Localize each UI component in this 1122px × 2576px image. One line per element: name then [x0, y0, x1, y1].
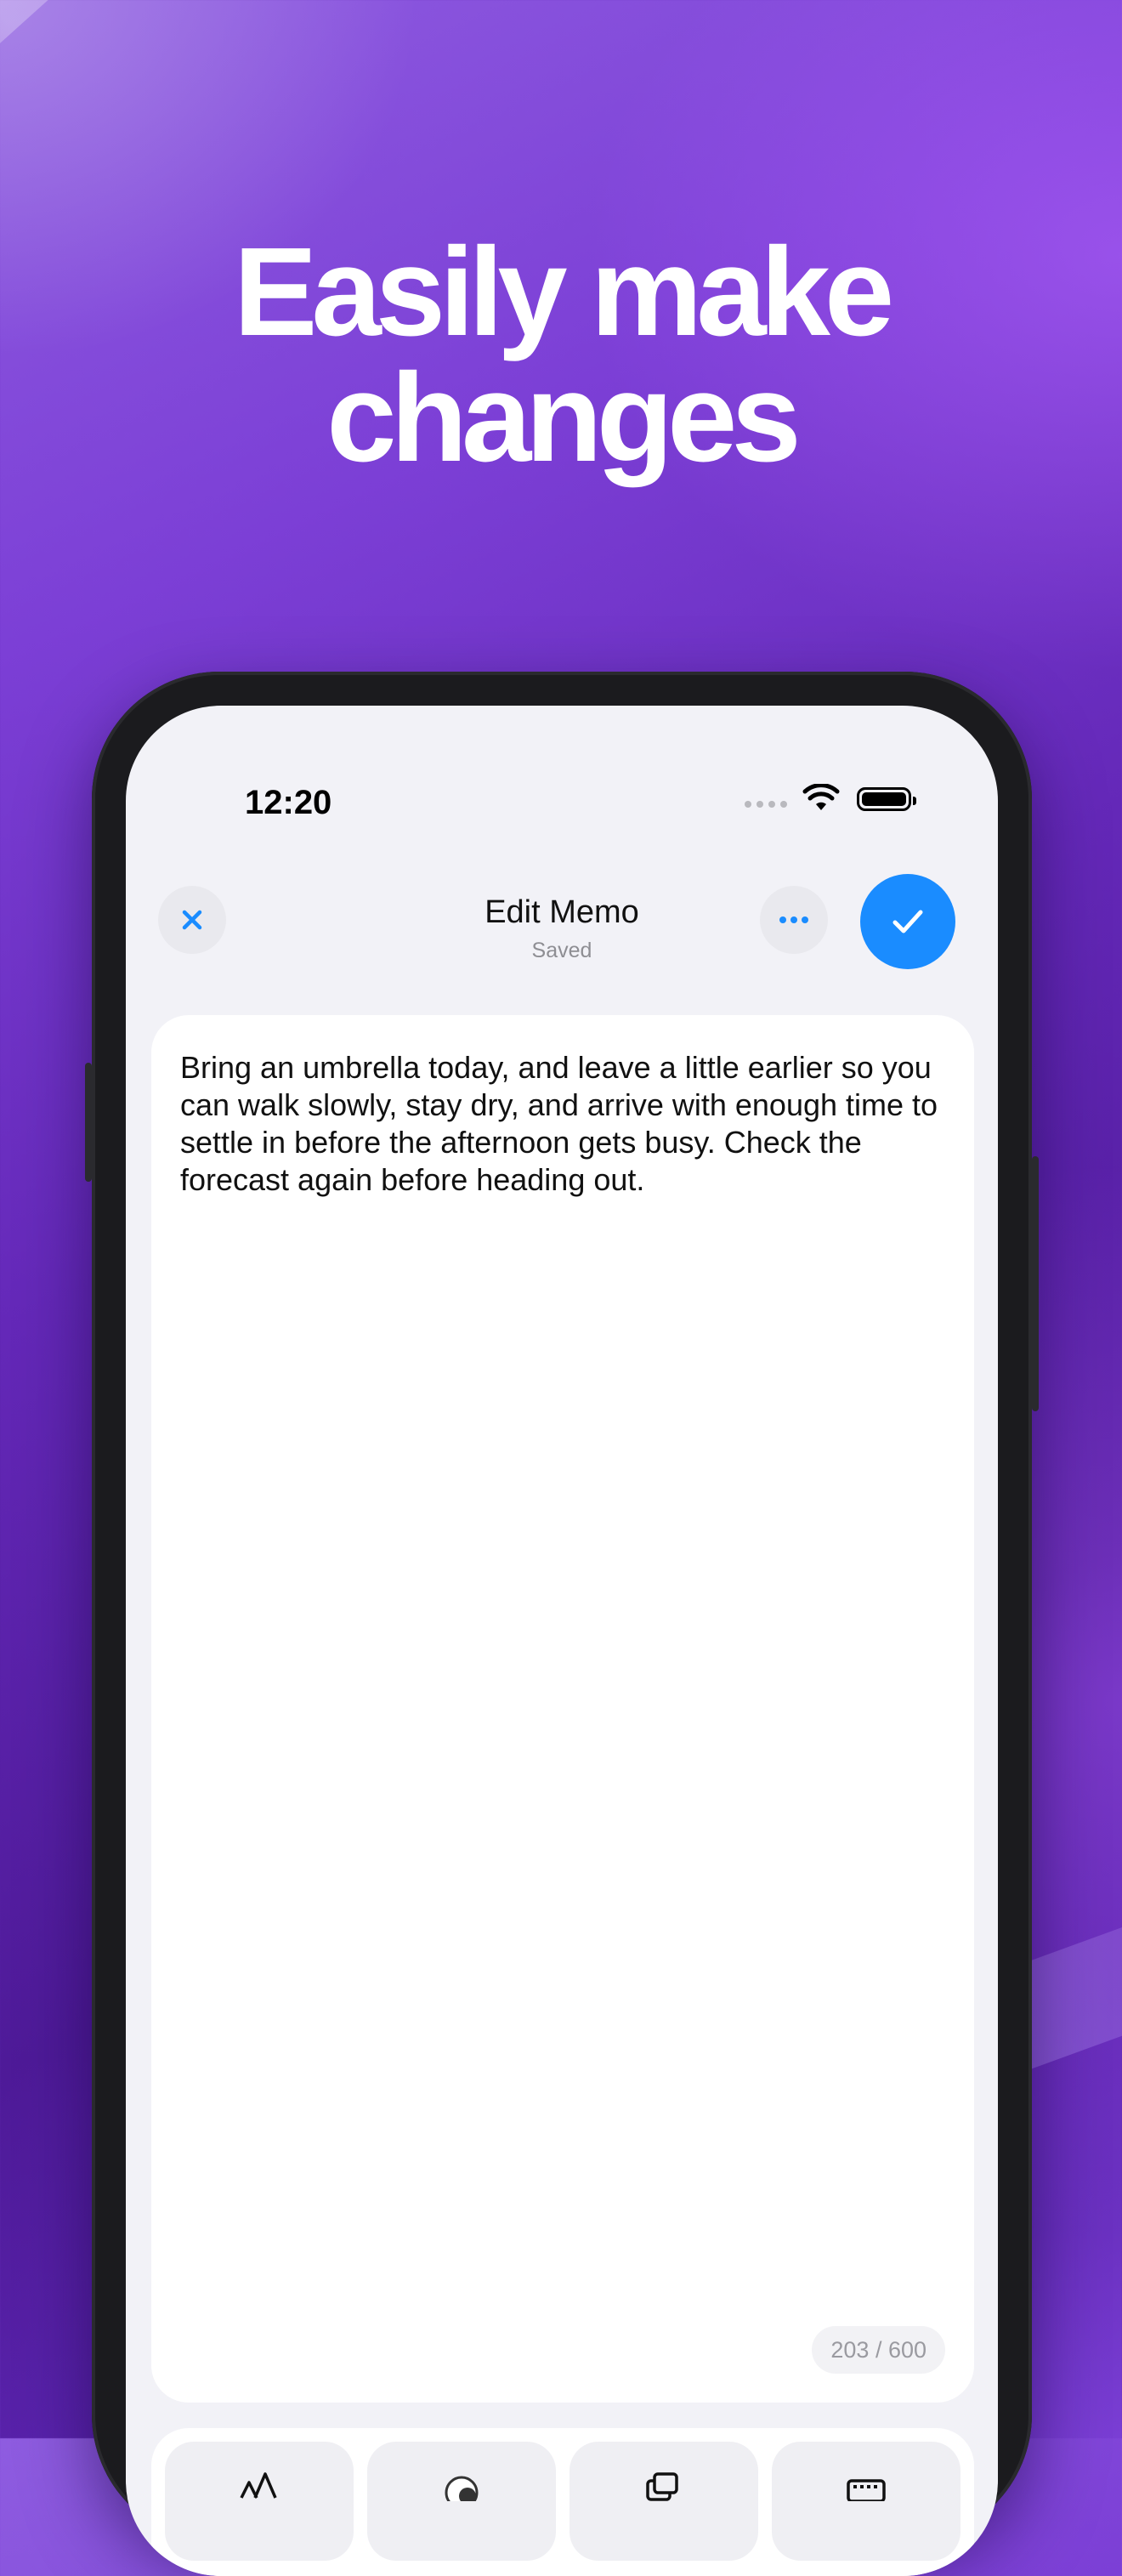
- toggle-icon: [445, 2476, 479, 2501]
- memo-editor[interactable]: Bring an umbrella today, and leave a lit…: [151, 1015, 974, 2403]
- ellipsis-icon: [779, 916, 808, 923]
- headline-line-2: changes: [326, 348, 801, 488]
- battery-icon: [857, 787, 916, 811]
- volume-button: [85, 1063, 92, 1182]
- wifi-icon: [802, 784, 840, 810]
- bottom-toolbar: [151, 2428, 974, 2576]
- character-counter: 203 / 600: [812, 2326, 945, 2374]
- text-size-icon: [240, 2472, 277, 2499]
- marketing-headline: Easily make changes: [0, 230, 1122, 481]
- copy-button[interactable]: [570, 2442, 758, 2561]
- memo-text-area[interactable]: Bring an umbrella today, and leave a lit…: [180, 1049, 945, 1199]
- status-time: 12:20: [245, 784, 332, 821]
- toggle-button[interactable]: [367, 2442, 556, 2561]
- decorative-light-streak: [0, 0, 413, 184]
- power-button: [1032, 1156, 1039, 1411]
- checkmark-icon: [892, 910, 923, 933]
- keyboard-icon: [847, 2479, 886, 2501]
- copy-icon: [646, 2472, 678, 2501]
- navigation-bar: Edit Memo Saved: [126, 842, 998, 969]
- phone-screen: 12:20 Edit Memo Saved Bring an umbrella …: [126, 706, 998, 2576]
- more-options-button[interactable]: [760, 886, 828, 954]
- phone-frame: 12:20 Edit Memo Saved Bring an umbrella …: [85, 672, 1039, 2576]
- keyboard-button[interactable]: [772, 2442, 960, 2561]
- text-size-button[interactable]: [165, 2442, 354, 2561]
- status-bar: 12:20: [126, 706, 998, 821]
- confirm-button[interactable]: [860, 874, 955, 969]
- headline-line-1: Easily make: [233, 222, 895, 362]
- signal-dots-icon: [745, 801, 787, 808]
